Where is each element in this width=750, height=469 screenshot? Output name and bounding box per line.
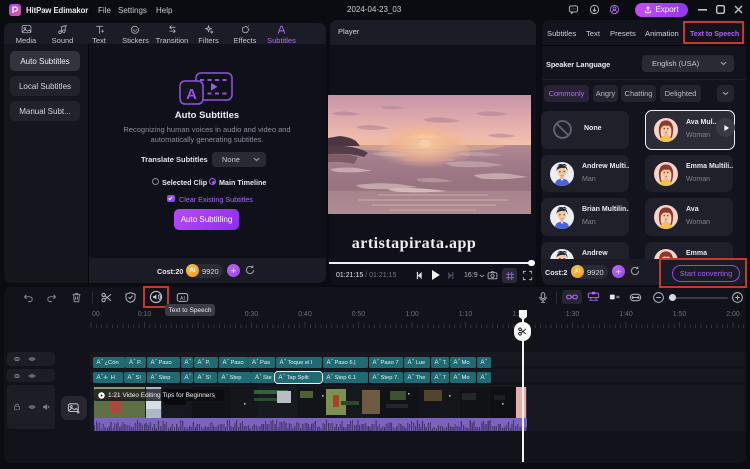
svg-text:AI: AI	[180, 296, 185, 302]
svg-text:0:10: 0:10	[138, 311, 152, 318]
svg-text:0:50: 0:50	[352, 311, 366, 318]
svg-text:1:00: 1:00	[405, 311, 419, 318]
svg-text:0:40: 0:40	[298, 311, 312, 318]
svg-text:2:00: 2:00	[726, 311, 740, 318]
svg-text:00: 00	[92, 311, 100, 318]
svg-text:1:50: 1:50	[673, 311, 687, 318]
svg-text:1:30: 1:30	[566, 311, 580, 318]
svg-text:A: A	[186, 86, 197, 103]
svg-text:0:30: 0:30	[245, 311, 259, 318]
svg-text:1:40: 1:40	[619, 311, 633, 318]
svg-text:1:10: 1:10	[459, 311, 473, 318]
